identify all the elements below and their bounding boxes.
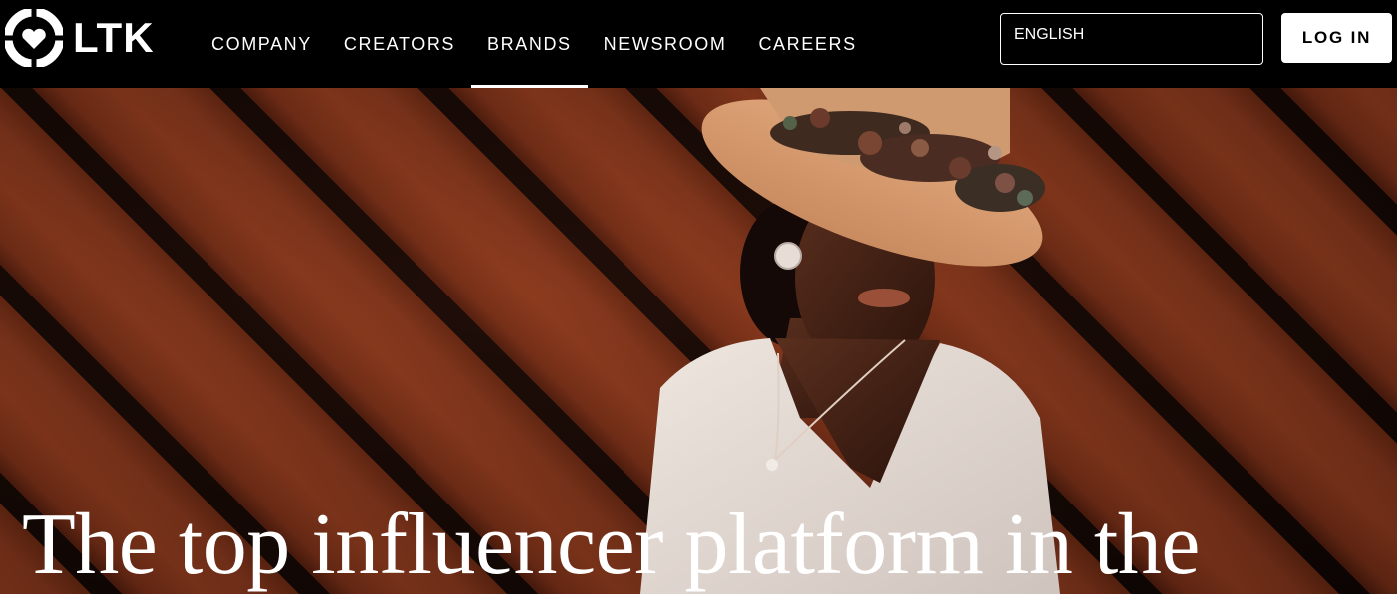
hero-banner: The top influencer platform in the — [0, 88, 1397, 594]
top-navigation: LTK COMPANY CREATORS BRANDS NEWSROOM CAR… — [0, 0, 1397, 88]
nav-company[interactable]: COMPANY — [195, 0, 328, 88]
nav-brands[interactable]: BRANDS — [471, 0, 588, 88]
language-select[interactable]: ENGLISH — [1000, 13, 1263, 65]
logo-wordmark: LTK — [73, 14, 155, 61]
nav-careers[interactable]: CAREERS — [742, 0, 872, 88]
nav-newsroom[interactable]: NEWSROOM — [588, 0, 743, 88]
hero-headline: The top influencer platform in the — [22, 496, 1200, 593]
login-button[interactable]: LOG IN — [1281, 13, 1392, 63]
ltk-logo[interactable]: LTK — [5, 9, 155, 67]
main-nav: COMPANY CREATORS BRANDS NEWSROOM CAREERS — [195, 0, 873, 88]
nav-creators[interactable]: CREATORS — [328, 0, 471, 88]
ltk-heart-logo-icon — [5, 9, 63, 67]
